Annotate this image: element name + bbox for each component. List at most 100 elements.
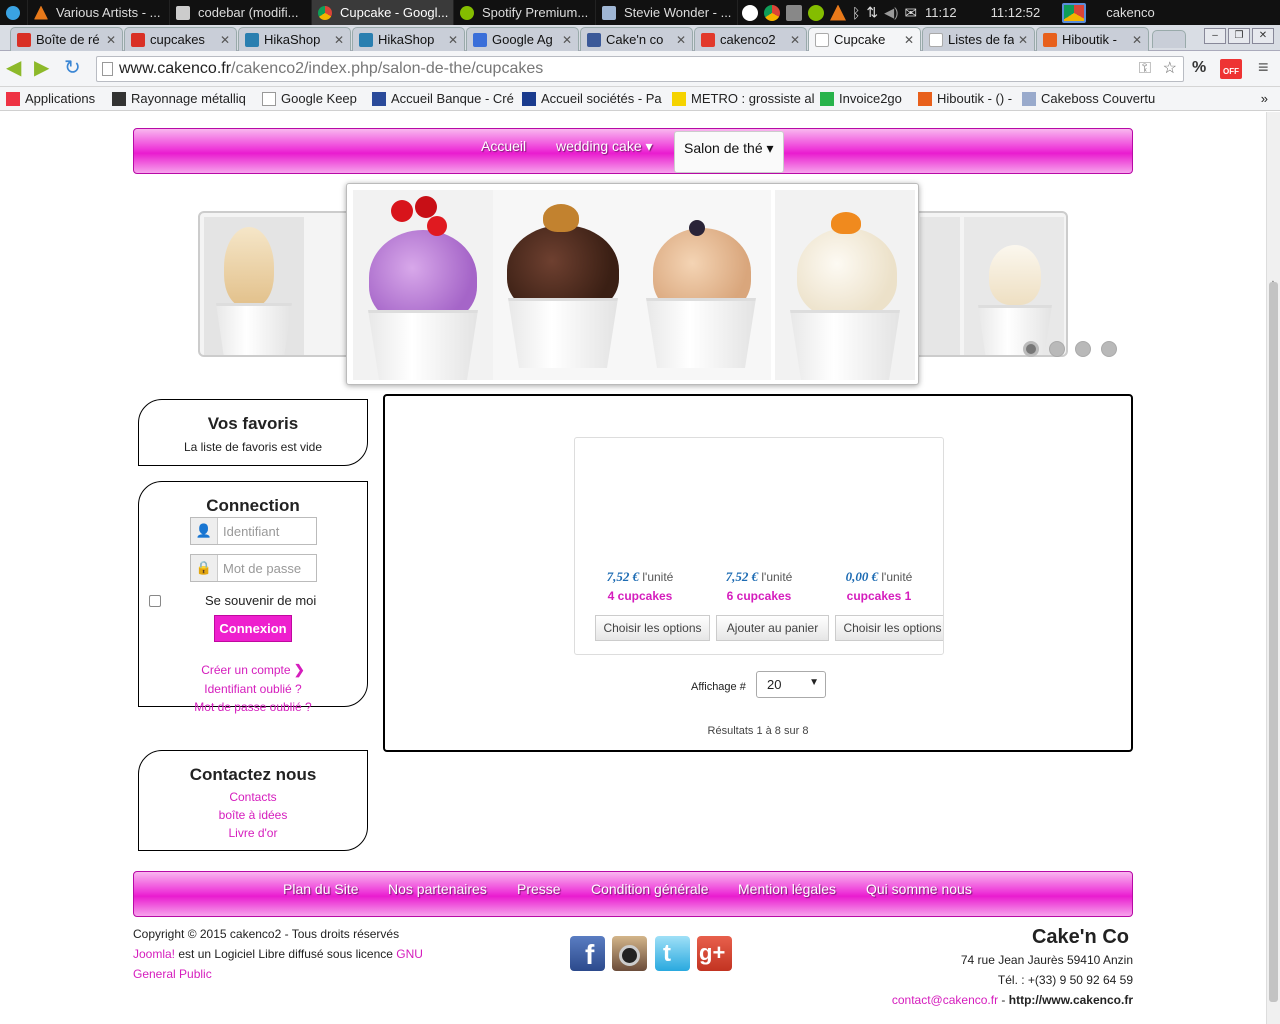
carousel-dot[interactable]	[1023, 341, 1039, 357]
close-window-button[interactable]: ✕	[1252, 28, 1274, 44]
carousel-image-berry-cupcake[interactable]	[353, 190, 493, 380]
footer-link-about[interactable]: Qui somme nous	[866, 881, 972, 897]
close-tab-icon[interactable]: ✕	[790, 33, 800, 47]
browser-tab[interactable]: Cake'n co ✕	[580, 27, 693, 51]
bookmark-item[interactable]: Google Keep	[256, 91, 366, 106]
ideas-link[interactable]: boîte à idées	[139, 808, 367, 822]
carousel-dot[interactable]	[1075, 341, 1091, 357]
new-tab-button[interactable]	[1152, 30, 1186, 48]
taskbar-item-active[interactable]: Cupcake - Googl...	[312, 0, 454, 25]
browser-tab[interactable]: cakenco2 ✕	[694, 27, 807, 51]
volume-icon[interactable]: ◀)	[884, 5, 898, 21]
bookmark-item[interactable]: Cakeboss Couvertur	[1016, 91, 1156, 106]
vlc-tray-icon[interactable]	[830, 4, 846, 21]
bluetooth-icon[interactable]: ᛒ	[852, 5, 860, 21]
chrome-tray-icon[interactable]	[742, 4, 758, 21]
display-count-select[interactable]: 20 ▼	[756, 671, 826, 698]
close-tab-icon[interactable]: ✕	[562, 33, 572, 47]
back-icon[interactable]: ◀	[6, 58, 21, 78]
chrome-window-icon[interactable]	[1062, 2, 1087, 23]
browser-tab[interactable]: Boîte de ré ✕	[10, 27, 123, 51]
product-name[interactable]: 6 cupcakes	[699, 589, 819, 603]
page-scrollbar[interactable]: ▲	[1266, 112, 1280, 1024]
close-tab-icon[interactable]: ✕	[1018, 33, 1028, 47]
minimize-button[interactable]: –	[1204, 28, 1226, 44]
reload-icon[interactable]: ↻	[64, 58, 81, 78]
choose-options-button[interactable]: Choisir les options	[835, 615, 943, 641]
taskbar-item[interactable]: Stevie Wonder - ...	[596, 0, 738, 25]
choose-options-button[interactable]: Choisir les options	[595, 615, 710, 641]
google-plus-icon[interactable]: g+	[697, 936, 732, 971]
browser-tab[interactable]: Google Ag ✕	[466, 27, 579, 51]
carousel-dot[interactable]	[1101, 341, 1117, 357]
menu-item-wedding[interactable]: wedding cake ▾	[556, 138, 653, 155]
transfer-icon[interactable]: ⇅	[866, 4, 878, 21]
website-link[interactable]: http://www.cakenco.fr	[1009, 993, 1133, 1007]
clock-full[interactable]: 11:12:52	[991, 5, 1041, 20]
username-field[interactable]: 👤 Identifiant	[190, 517, 317, 545]
bookmark-item[interactable]: Rayonnage métalliq	[106, 91, 256, 106]
close-tab-icon[interactable]: ✕	[334, 33, 344, 47]
taskbar-item[interactable]: codebar (modifi...	[170, 0, 312, 25]
menu-icon[interactable]: ≡	[1258, 57, 1269, 78]
clock-short[interactable]: 11:12	[925, 5, 957, 20]
joomla-link[interactable]: Joomla!	[133, 947, 175, 961]
carousel-image[interactable]	[204, 217, 304, 355]
contact-link[interactable]: Contacts	[139, 790, 367, 804]
close-tab-icon[interactable]: ✕	[676, 33, 686, 47]
mail-icon[interactable]: ✉	[904, 4, 917, 22]
instagram-icon[interactable]	[612, 936, 647, 971]
facebook-icon[interactable]: f	[570, 936, 605, 971]
close-tab-icon[interactable]: ✕	[904, 33, 914, 47]
carousel-image[interactable]	[964, 217, 1064, 355]
close-tab-icon[interactable]: ✕	[1132, 33, 1142, 47]
footer-link-conditions[interactable]: Condition générale	[591, 881, 709, 897]
remember-checkbox[interactable]	[149, 595, 161, 607]
bookmark-item[interactable]: Accueil sociétés - Pa	[516, 91, 666, 106]
bookmark-item[interactable]: Applications	[0, 91, 106, 106]
footer-link-partners[interactable]: Nos partenaires	[388, 881, 487, 897]
bookmark-item[interactable]: Hiboutik - () -	[912, 91, 1016, 106]
add-to-cart-button[interactable]: Ajouter au panier	[716, 615, 829, 641]
carousel-image-apricot-cupcake[interactable]	[775, 190, 915, 380]
product-name[interactable]: 4 cupcakes	[580, 589, 700, 603]
forward-icon[interactable]: ▶	[34, 58, 49, 78]
browser-tab[interactable]: Cupcake ✕	[808, 27, 921, 51]
taskbar-item[interactable]: Various Artists - ...	[28, 0, 170, 25]
chrome-tray-icon[interactable]	[764, 4, 780, 21]
address-bar[interactable]: www.cakenco.fr/cakenco2/index.php/salon-…	[96, 56, 1184, 82]
guestbook-link[interactable]: Livre d'or	[139, 826, 367, 840]
menu-item-salon[interactable]: Salon de thé ▾	[674, 131, 784, 173]
twitter-icon[interactable]: t	[655, 936, 690, 971]
close-tab-icon[interactable]: ✕	[448, 33, 458, 47]
key-icon[interactable]: ⚿	[1139, 57, 1151, 81]
browser-tab[interactable]: Hiboutik - ✕	[1036, 27, 1149, 51]
login-button[interactable]: Connexion	[214, 615, 292, 642]
footer-link-press[interactable]: Presse	[517, 881, 561, 897]
email-link[interactable]: contact@cakenco.fr	[892, 993, 998, 1007]
app-menu-icon[interactable]	[0, 0, 28, 25]
off-extension-icon[interactable]: OFF	[1220, 59, 1242, 79]
browser-tab[interactable]: Listes de fa ✕	[922, 27, 1035, 51]
taskbar-item[interactable]: Spotify Premium...	[454, 0, 596, 25]
menu-item-home[interactable]: Accueil	[481, 138, 526, 154]
footer-link-legal[interactable]: Mention légales	[738, 881, 836, 897]
maximize-button[interactable]: ❐	[1228, 28, 1250, 44]
product-name[interactable]: cupcakes 1	[819, 589, 939, 603]
password-field[interactable]: 🔒 Mot de passe	[190, 554, 317, 582]
forgot-password-link[interactable]: Mot de passe oublié ?	[139, 700, 367, 714]
bookmark-item[interactable]: Accueil Banque - Cré	[366, 91, 516, 106]
percent-extension-icon[interactable]: %	[1192, 59, 1206, 77]
browser-tab[interactable]: cupcakes ✕	[124, 27, 237, 51]
forgot-username-link[interactable]: Identifiant oublié ?	[139, 682, 367, 696]
carousel-image-chocolate-cupcake[interactable]	[493, 190, 633, 380]
carousel-dot[interactable]	[1049, 341, 1065, 357]
spotify-tray-icon[interactable]	[808, 4, 824, 21]
bookmark-item[interactable]: Invoice2go	[814, 91, 912, 106]
more-bookmarks-icon[interactable]: »	[1261, 91, 1280, 106]
scrollbar-thumb[interactable]	[1269, 282, 1278, 1002]
close-tab-icon[interactable]: ✕	[220, 33, 230, 47]
footer-link-sitemap[interactable]: Plan du Site	[283, 881, 359, 897]
close-tab-icon[interactable]: ✕	[106, 33, 116, 47]
carousel-image[interactable]	[920, 217, 960, 355]
